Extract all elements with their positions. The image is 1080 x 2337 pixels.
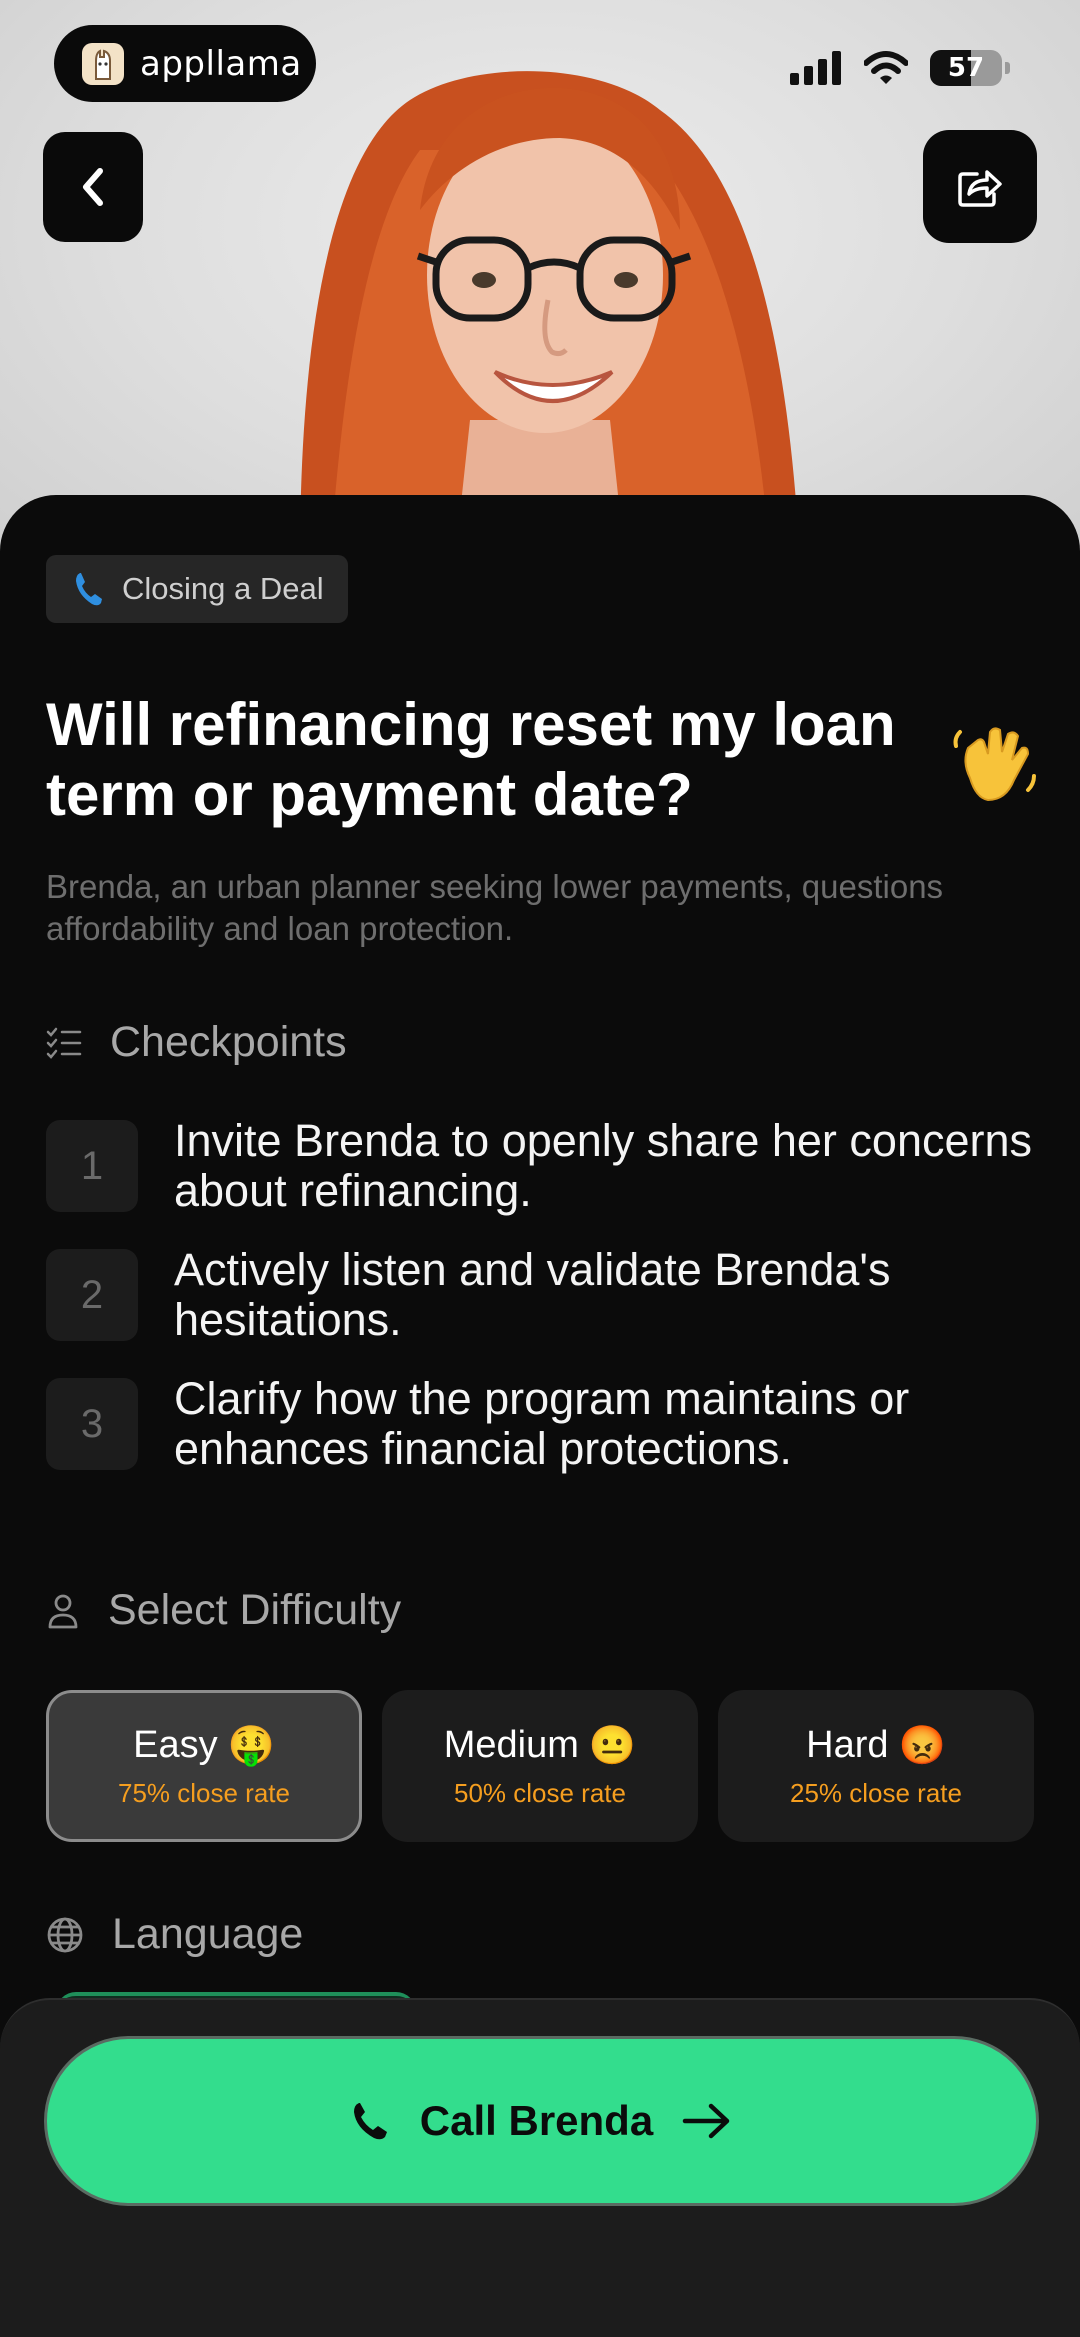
money-face-icon: 🤑 bbox=[227, 1724, 275, 1767]
brand-pill: appllama bbox=[54, 25, 316, 102]
arrow-right-icon bbox=[682, 2103, 730, 2139]
status-icons: 57 bbox=[790, 50, 1010, 86]
hero-image: appllama 57 bbox=[0, 0, 1080, 560]
difficulty-label: Medium bbox=[443, 1724, 579, 1766]
checkpoint-number: 2 bbox=[46, 1249, 138, 1341]
difficulty-rate: 25% close rate bbox=[790, 1777, 962, 1808]
share-icon bbox=[958, 169, 1002, 207]
llama-logo-icon bbox=[82, 42, 124, 85]
checkpoint-text: Actively listen and validate Brenda's he… bbox=[174, 1244, 891, 1345]
difficulty-title: Select Difficulty bbox=[108, 1586, 402, 1634]
chevron-left-icon bbox=[83, 168, 103, 206]
language-header: Language bbox=[46, 1910, 303, 1959]
globe-icon bbox=[47, 1917, 83, 1952]
phone-icon bbox=[76, 573, 102, 606]
checkpoint-item: 1 Invite Brenda to openly share her conc… bbox=[46, 1116, 1046, 1216]
difficulty-label: Easy bbox=[133, 1724, 218, 1766]
checkpoint-item: 3 Clarify how the program maintains or e… bbox=[46, 1374, 1046, 1474]
battery-cap bbox=[1005, 62, 1010, 74]
checkpoint-number: 3 bbox=[46, 1378, 138, 1470]
category-label: Closing a Deal bbox=[122, 571, 324, 606]
checklist-icon bbox=[46, 1027, 82, 1059]
phone-icon bbox=[353, 2103, 387, 2140]
waving-hand-icon bbox=[948, 718, 1040, 814]
checkpoint-text: Clarify how the program maintains or enh… bbox=[174, 1373, 910, 1474]
language-title: Language bbox=[112, 1910, 304, 1958]
wifi-icon bbox=[864, 51, 908, 84]
neutral-face-icon: 😐 bbox=[588, 1724, 637, 1767]
scenario-description: Brenda, an urban planner seeking lower p… bbox=[46, 868, 944, 947]
brand-name: appllama bbox=[140, 43, 302, 84]
angry-face-icon: 😡 bbox=[898, 1724, 946, 1767]
back-button[interactable] bbox=[43, 132, 143, 242]
battery-indicator: 57 bbox=[930, 50, 1002, 86]
checkpoints-title: Checkpoints bbox=[110, 1018, 347, 1066]
share-button[interactable] bbox=[923, 130, 1037, 243]
checkpoint-item: 2 Actively listen and validate Brenda's … bbox=[46, 1245, 1046, 1345]
difficulty-easy-button[interactable]: Easy 🤑 75% close rate bbox=[46, 1690, 362, 1842]
difficulty-medium-button[interactable]: Medium 😐 50% close rate bbox=[382, 1690, 698, 1842]
category-chip: Closing a Deal bbox=[46, 555, 348, 623]
person-icon bbox=[48, 1594, 78, 1628]
difficulty-hard-button[interactable]: Hard 😡 25% close rate bbox=[718, 1690, 1034, 1842]
checkpoint-number: 1 bbox=[46, 1120, 138, 1212]
difficulty-rate: 75% close rate bbox=[118, 1777, 290, 1808]
checkpoints-header: Checkpoints bbox=[46, 1018, 347, 1067]
scenario-title: Will refinancing reset my loan term or p… bbox=[46, 691, 896, 828]
battery-level: 57 bbox=[947, 53, 985, 83]
difficulty-rate: 50% close rate bbox=[454, 1777, 626, 1808]
difficulty-label: Hard bbox=[806, 1724, 889, 1766]
signal-icon bbox=[790, 51, 841, 85]
difficulty-options: Easy 🤑 75% close rate Medium 😐 50% close… bbox=[46, 1690, 1036, 1842]
checkpoint-text: Invite Brenda to openly share her concer… bbox=[174, 1115, 1033, 1216]
call-button-label: Call Brenda bbox=[419, 2097, 654, 2144]
difficulty-header: Select Difficulty bbox=[46, 1586, 401, 1635]
call-button[interactable]: Call Brenda bbox=[44, 2036, 1039, 2206]
